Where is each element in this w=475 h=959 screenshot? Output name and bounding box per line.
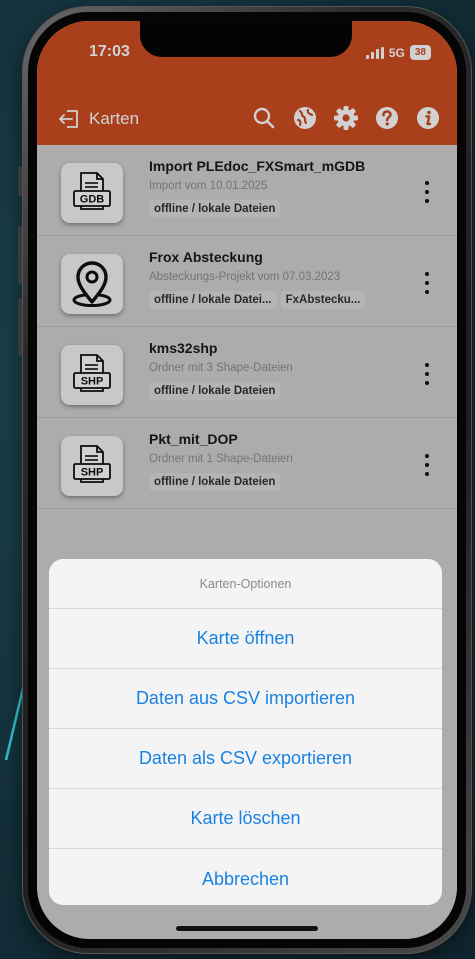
volume-up-button [18, 226, 22, 284]
action-sheet: Karten-Optionen Karte öffnen Daten aus C… [49, 559, 442, 905]
action-sheet-title: Karten-Optionen [49, 559, 442, 609]
import-csv-button[interactable]: Daten aus CSV importieren [49, 669, 442, 729]
mute-switch [18, 166, 22, 196]
export-csv-button[interactable]: Daten als CSV exportieren [49, 729, 442, 789]
volume-down-button [18, 298, 22, 356]
home-indicator[interactable] [176, 926, 318, 931]
phone-frame: 17:03 5G 38 Karten GDB Import PLEdoc_FXS… [18, 6, 472, 954]
app-screen: 17:03 5G 38 Karten GDB Import PLEdoc_FXS… [37, 21, 457, 939]
phone-bezel: 17:03 5G 38 Karten GDB Import PLEdoc_FXS… [28, 12, 466, 948]
cancel-button[interactable]: Abbrechen [49, 849, 442, 905]
open-map-button[interactable]: Karte öffnen [49, 609, 442, 669]
delete-map-button[interactable]: Karte löschen [49, 789, 442, 849]
